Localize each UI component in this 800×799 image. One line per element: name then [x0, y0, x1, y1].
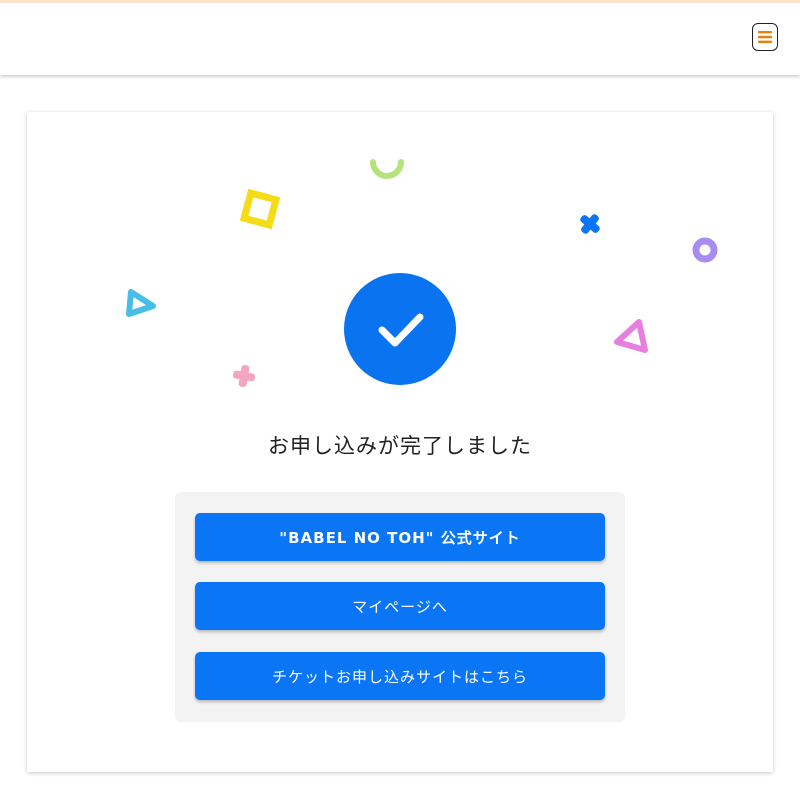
completion-message: お申し込みが完了しました — [268, 434, 532, 458]
hamburger-menu-icon — [758, 31, 772, 43]
confetti-triangle-lightblue-icon — [126, 289, 156, 317]
checkmark-icon — [378, 313, 424, 347]
official-site-button[interactable]: "BABEL NO TOH" 公式サイト — [195, 513, 605, 561]
completion-card: お申し込みが完了しました "BABEL NO TOH" 公式サイト マイページへ… — [27, 112, 773, 772]
confetti-cross-blue-icon — [580, 214, 600, 234]
confetti-ring-green-icon — [370, 159, 404, 179]
menu-button[interactable] — [752, 23, 778, 51]
confetti-cross-pink-icon — [232, 364, 256, 388]
confetti-ring-purple-icon — [692, 237, 718, 263]
site-header — [0, 3, 800, 75]
confetti-triangle-pink-icon — [614, 319, 648, 353]
ticket-application-site-button[interactable]: チケットお申し込みサイトはこちら — [195, 652, 605, 700]
my-page-button[interactable]: マイページへ — [195, 582, 605, 630]
action-button-panel: "BABEL NO TOH" 公式サイト マイページへ チケットお申し込みサイト… — [175, 492, 625, 722]
confetti-square-yellow-icon — [239, 188, 281, 230]
check-circle-icon — [344, 273, 456, 385]
